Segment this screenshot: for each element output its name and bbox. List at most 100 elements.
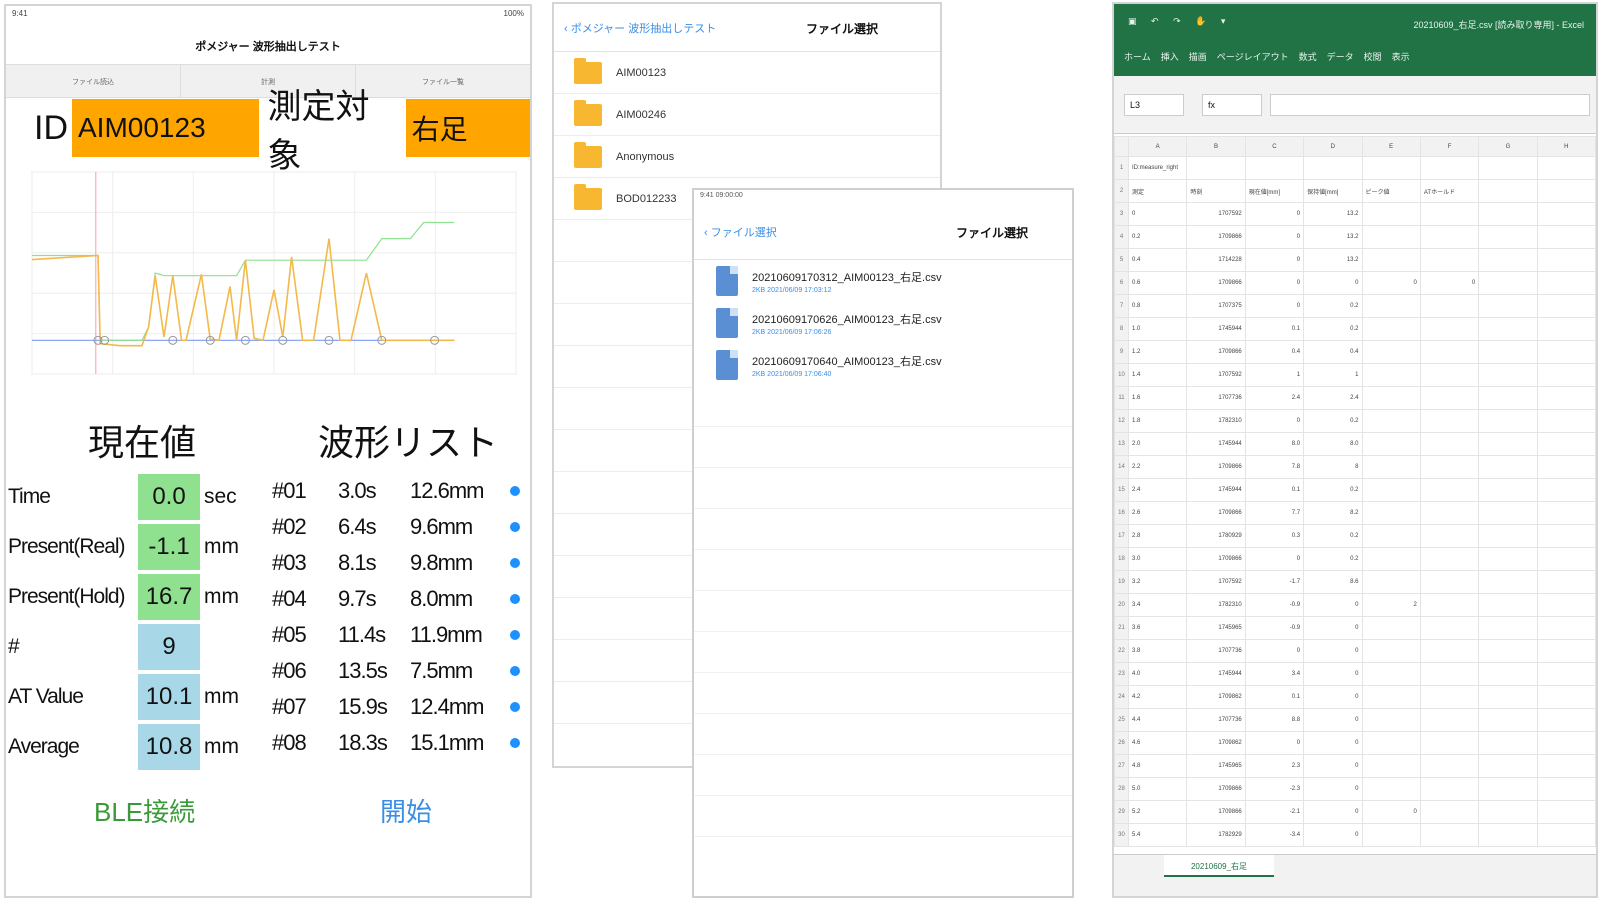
sheet-cell[interactable]: 0 [1303,616,1363,640]
sheet-cell[interactable]: 2.4 [1303,386,1363,410]
sheet-cell[interactable] [1478,202,1538,226]
sheet-cell[interactable]: 0 [1303,731,1363,755]
sheet-cell[interactable]: 2.6 [1127,501,1188,525]
sheet-cell[interactable] [1536,317,1596,341]
sheet-cell[interactable] [1536,501,1596,525]
sheet-cell[interactable] [1419,570,1480,594]
sheet-cell[interactable]: 0.6 [1127,271,1188,295]
row-header[interactable]: 15 [1114,478,1129,502]
sheet-cell[interactable]: 4.6 [1127,731,1188,755]
sheet-cell[interactable] [1478,317,1538,341]
sheet-cell[interactable]: 8 [1303,455,1363,479]
sheet-cell[interactable]: 3.8 [1127,639,1188,663]
sheet-cell[interactable] [1419,524,1480,548]
sheet-cell[interactable] [1478,501,1538,525]
target-field[interactable]: 右足 [405,99,530,157]
row-header[interactable]: 5 [1114,248,1129,272]
sheet-cell[interactable]: 0 [1419,271,1480,295]
sheet-cell[interactable]: 1.6 [1127,386,1188,410]
sheet-cell[interactable] [1419,156,1480,180]
sheet-cell[interactable] [1536,754,1596,778]
ribbon-tab[interactable]: 校閲 [1364,52,1382,62]
ribbon-tab[interactable]: 挿入 [1161,52,1179,62]
sheet-cell[interactable] [1536,386,1596,410]
wave-list-item[interactable]: #07 15.9s 12.4mm [272,689,530,725]
sheet-cell[interactable] [1478,731,1538,755]
row-header[interactable]: 25 [1114,708,1129,732]
customize-icon[interactable]: ▾ [1221,16,1226,26]
sheet-cell[interactable] [1536,271,1596,295]
sheet-cell[interactable]: 1714228 [1186,248,1246,272]
sheet-cell[interactable] [1536,800,1596,824]
wave-list-item[interactable]: #05 11.4s 11.9mm [272,617,530,653]
sheet-cell[interactable] [1478,662,1538,686]
sheet-cell[interactable] [1361,777,1421,801]
sheet-cell[interactable]: 保持値[mm] [1303,179,1363,203]
sheet-cell[interactable] [1361,294,1421,318]
sheet-cell[interactable] [1361,524,1421,548]
sheet-cell[interactable]: 7.8 [1244,455,1305,479]
sheet-cell[interactable]: 現在値[mm] [1244,179,1305,203]
sheet-cell[interactable] [1361,386,1421,410]
sheet-cell[interactable]: 1709862 [1186,731,1246,755]
sheet-cell[interactable] [1361,685,1421,709]
sheet-cell[interactable] [1478,248,1538,272]
sheet-cell[interactable]: 0 [1244,248,1305,272]
sheet-cell[interactable]: 3.6 [1127,616,1188,640]
row-header[interactable]: 19 [1114,570,1129,594]
sheet-cell[interactable] [1419,202,1480,226]
sheet-cell[interactable] [1478,685,1538,709]
wave-list-item[interactable]: #03 8.1s 9.8mm [272,545,530,581]
sheet-cell[interactable] [1478,386,1538,410]
sheet-cell[interactable] [1536,248,1596,272]
row-header[interactable]: 3 [1114,202,1129,226]
sheet-cell[interactable] [1478,823,1538,847]
sheet-cell[interactable]: 1707592 [1186,363,1246,387]
sheet-cell[interactable] [1419,616,1480,640]
sheet-cell[interactable]: 4.0 [1127,662,1188,686]
sheet-cell[interactable] [1536,455,1596,479]
wave-list-item[interactable]: #02 6.4s 9.6mm [272,509,530,545]
sheet-cell[interactable]: -0.9 [1244,616,1305,640]
sheet-cell[interactable] [1361,639,1421,663]
sheet-cell[interactable]: 3.4 [1244,662,1305,686]
wave-list-item[interactable]: #01 3.0s 12.6mm [272,473,530,509]
sheet-cell[interactable]: -2.3 [1244,777,1305,801]
sheet-cell[interactable]: ピーク値 [1361,179,1421,203]
ribbon-tab[interactable]: ページレイアウト [1217,52,1289,62]
sheet-cell[interactable] [1478,340,1538,364]
ribbon-tab[interactable]: データ [1327,52,1354,62]
sheet-cell[interactable] [1536,524,1596,548]
sheet-cell[interactable]: 0.3 [1244,524,1305,548]
sheet-cell[interactable]: 1745944 [1186,478,1246,502]
row-header[interactable]: 24 [1114,685,1129,709]
sheet-cell[interactable]: 1745965 [1186,616,1246,640]
sheet-cell[interactable] [1536,570,1596,594]
sheet-cell[interactable] [1478,455,1538,479]
sheet-cell[interactable]: 1745944 [1186,317,1246,341]
sheet-cell[interactable] [1536,593,1596,617]
sheet-cell[interactable] [1536,616,1596,640]
row-header[interactable]: 30 [1114,823,1129,847]
sheet-cell[interactable] [1419,662,1480,686]
sheet-cell[interactable]: 5.2 [1127,800,1188,824]
wave-list-item[interactable]: #06 13.5s 7.5mm [272,653,530,689]
sheet-cell[interactable]: 0.2 [1303,294,1363,318]
sheet-cell[interactable]: 0.4 [1303,340,1363,364]
sheet-cell[interactable] [1536,662,1596,686]
file-row[interactable]: 20210609170640_AIM00123_右足.csv 2KB 2021/0… [694,344,1072,386]
back-button[interactable]: ‹ ポメジャー 波形抽出しテスト [564,20,716,36]
column-header[interactable]: G [1478,136,1538,157]
sheet-cell[interactable]: 0 [1127,202,1188,226]
sheet-cell[interactable] [1536,547,1596,571]
sheet-cell[interactable]: 8.0 [1303,432,1363,456]
sheet-cell[interactable] [1419,409,1480,433]
back-button[interactable]: ‹ ファイル選択 [704,224,777,240]
folder-row[interactable]: AIM00246 [554,94,940,136]
column-header[interactable]: F [1419,136,1480,157]
sheet-cell[interactable]: 1782310 [1186,409,1246,433]
sheet-cell[interactable] [1478,708,1538,732]
row-header[interactable]: 23 [1114,662,1129,686]
sheet-cell[interactable]: 0 [1244,271,1305,295]
sheet-cell[interactable]: 0.2 [1127,225,1188,249]
